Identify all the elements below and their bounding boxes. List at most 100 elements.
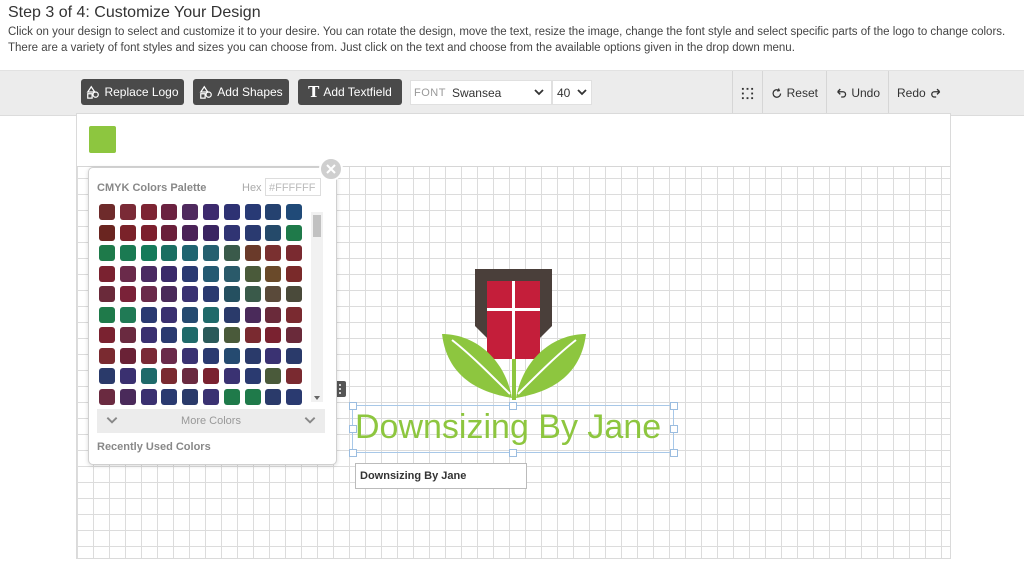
color-swatch[interactable] — [202, 368, 219, 384]
color-swatch[interactable] — [244, 204, 261, 220]
color-swatch[interactable] — [286, 327, 303, 343]
color-swatch[interactable] — [99, 306, 115, 323]
color-swatch[interactable] — [286, 286, 303, 302]
palette-scrollbar[interactable] — [311, 212, 323, 402]
color-swatch[interactable] — [286, 368, 303, 384]
color-swatch[interactable] — [119, 286, 136, 302]
color-swatch[interactable] — [265, 327, 282, 343]
color-swatch[interactable] — [286, 388, 303, 405]
color-swatch[interactable] — [286, 347, 303, 364]
color-swatch[interactable] — [244, 347, 261, 364]
color-swatch[interactable] — [99, 224, 115, 241]
text-edit-input[interactable]: Downsizing By Jane — [355, 463, 527, 489]
color-swatch[interactable] — [202, 286, 219, 302]
color-swatch[interactable] — [202, 306, 219, 323]
color-swatch[interactable] — [161, 388, 178, 405]
color-swatch[interactable] — [140, 327, 157, 343]
color-swatch[interactable] — [223, 388, 240, 405]
color-swatch[interactable] — [119, 265, 136, 282]
color-swatch[interactable] — [223, 368, 240, 384]
color-swatch[interactable] — [99, 286, 115, 302]
color-swatch[interactable] — [265, 388, 282, 405]
color-swatch[interactable] — [265, 347, 282, 364]
color-swatch[interactable] — [265, 245, 282, 261]
redo-button[interactable]: Redo — [888, 71, 950, 115]
resize-handle[interactable] — [509, 449, 517, 457]
replace-logo-button[interactable]: Replace Logo — [81, 79, 184, 105]
color-swatch[interactable] — [99, 204, 115, 220]
color-swatch[interactable] — [99, 388, 115, 405]
current-color-swatch[interactable] — [89, 126, 116, 153]
color-swatch[interactable] — [140, 368, 157, 384]
color-swatch[interactable] — [202, 347, 219, 364]
color-swatch[interactable] — [161, 265, 178, 282]
color-swatch[interactable] — [244, 224, 261, 241]
close-icon[interactable] — [319, 157, 343, 181]
color-swatch[interactable] — [265, 368, 282, 384]
color-swatch[interactable] — [119, 368, 136, 384]
color-swatch[interactable] — [99, 347, 115, 364]
color-swatch[interactable] — [202, 204, 219, 220]
color-swatch[interactable] — [182, 204, 199, 220]
color-swatch[interactable] — [140, 204, 157, 220]
color-swatch[interactable] — [182, 245, 199, 261]
color-swatch[interactable] — [223, 265, 240, 282]
scrollbar-thumb[interactable] — [313, 215, 321, 237]
color-swatch[interactable] — [244, 368, 261, 384]
color-swatch[interactable] — [286, 224, 303, 241]
color-swatch[interactable] — [223, 327, 240, 343]
color-swatch[interactable] — [119, 224, 136, 241]
color-swatch[interactable] — [99, 265, 115, 282]
scroll-down-arrow-icon[interactable] — [314, 396, 320, 400]
color-swatch[interactable] — [140, 388, 157, 405]
color-swatch[interactable] — [182, 388, 199, 405]
font-size-select[interactable]: 40 — [552, 80, 592, 105]
color-swatch[interactable] — [119, 245, 136, 261]
color-swatch[interactable] — [182, 327, 199, 343]
color-swatch[interactable] — [244, 327, 261, 343]
color-swatch[interactable] — [244, 286, 261, 302]
color-swatch[interactable] — [182, 265, 199, 282]
color-swatch[interactable] — [286, 204, 303, 220]
color-swatch[interactable] — [161, 204, 178, 220]
color-swatch[interactable] — [265, 224, 282, 241]
color-swatch[interactable] — [119, 327, 136, 343]
color-swatch[interactable] — [202, 224, 219, 241]
color-swatch[interactable] — [119, 388, 136, 405]
undo-button[interactable]: Undo — [826, 71, 888, 115]
color-swatch[interactable] — [223, 204, 240, 220]
color-swatch[interactable] — [223, 306, 240, 323]
color-swatch[interactable] — [244, 245, 261, 261]
color-swatch[interactable] — [161, 347, 178, 364]
color-swatch[interactable] — [99, 245, 115, 261]
color-swatch[interactable] — [223, 286, 240, 302]
color-swatch[interactable] — [119, 347, 136, 364]
color-swatch[interactable] — [140, 245, 157, 261]
color-swatch[interactable] — [202, 327, 219, 343]
color-swatch[interactable] — [202, 388, 219, 405]
color-swatch[interactable] — [140, 265, 157, 282]
color-swatch[interactable] — [244, 388, 261, 405]
color-swatch[interactable] — [286, 306, 303, 323]
color-swatch[interactable] — [286, 245, 303, 261]
color-swatch[interactable] — [265, 286, 282, 302]
hex-input[interactable]: #FFFFFF — [265, 178, 321, 196]
color-swatch[interactable] — [99, 327, 115, 343]
color-swatch[interactable] — [182, 368, 199, 384]
add-textfield-button[interactable]: T Add Textfield — [298, 79, 402, 105]
color-swatch[interactable] — [223, 245, 240, 261]
color-swatch[interactable] — [202, 265, 219, 282]
color-swatch[interactable] — [119, 204, 136, 220]
color-swatch[interactable] — [265, 306, 282, 323]
color-swatch[interactable] — [182, 286, 199, 302]
color-swatch[interactable] — [161, 286, 178, 302]
color-swatch[interactable] — [140, 347, 157, 364]
resize-handle[interactable] — [670, 449, 678, 457]
color-swatch[interactable] — [223, 347, 240, 364]
color-swatch[interactable] — [161, 327, 178, 343]
color-swatch[interactable] — [202, 245, 219, 261]
font-select[interactable]: FONT Swansea — [410, 80, 552, 105]
color-swatch[interactable] — [182, 347, 199, 364]
logo-text[interactable]: Downsizing By Jane — [355, 404, 675, 450]
color-swatch[interactable] — [244, 265, 261, 282]
